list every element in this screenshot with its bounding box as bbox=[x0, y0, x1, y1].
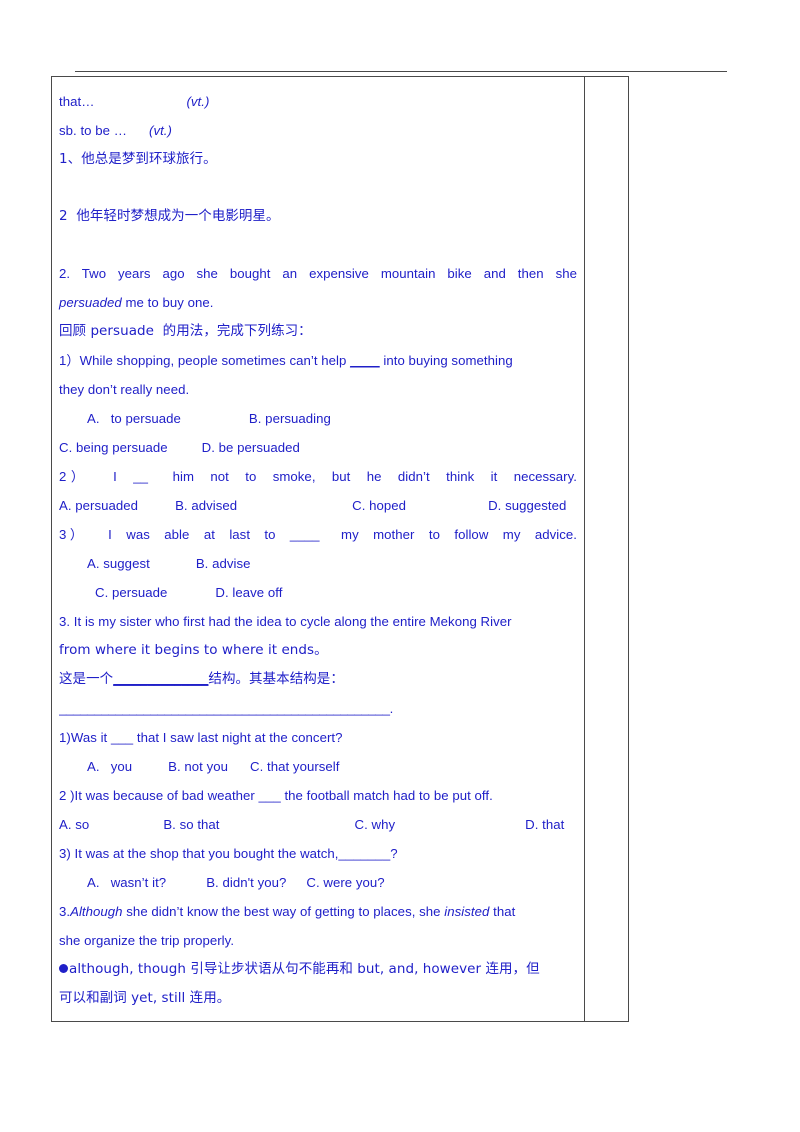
s3-option-c: C. were you? bbox=[306, 875, 385, 890]
worksheet-table: that… (vt.) sb. to be … (vt.) 1、他总是梦到环球旅行。… bbox=[51, 76, 629, 1022]
grammar-note-line1: although, though 引导让步状语从句不能再和 but, and, … bbox=[59, 955, 577, 984]
document-page: that… (vt.) sb. to be … (vt.) 1、他总是梦到环球旅行。… bbox=[0, 0, 800, 1132]
side-note-content bbox=[585, 77, 628, 1021]
q3-option-a: A. suggest bbox=[87, 556, 150, 571]
s2-options-row: A. so B. so that C. why D. that bbox=[59, 810, 577, 839]
q1-stem-line2: they don’t really need. bbox=[59, 382, 190, 397]
header-rule bbox=[75, 71, 727, 72]
s2-option-a: A. so bbox=[59, 817, 90, 832]
vocab-sbtobe-text: sb. to be … bbox=[59, 123, 127, 138]
s2-option-b: B. so that bbox=[163, 817, 220, 832]
s2-option-c: C. why bbox=[354, 817, 396, 832]
q3-options-row1: A. suggest B. advise bbox=[59, 549, 577, 578]
q1-blank: ____ bbox=[350, 353, 380, 368]
q4-number: 3. bbox=[59, 904, 71, 919]
q1-stem-b: into buying something bbox=[379, 353, 513, 368]
vocab-line-that: that… (vt.) bbox=[59, 87, 577, 116]
s2-option-d: D. that bbox=[525, 817, 565, 832]
q4-sentence-line1: 3.Although she didn’t know the best way … bbox=[59, 897, 577, 926]
q1-stem-line1: 1）While shopping, people sometimes can’t… bbox=[59, 346, 577, 375]
s3-option-a: A. wasn’t it? bbox=[87, 875, 167, 890]
q2-option-c: C. hoped bbox=[352, 498, 407, 513]
q1-options-row2: C. being persuade D. be persuaded bbox=[59, 433, 577, 462]
exercise-cn-2: 2 他年轻时梦想成为一个电影明星。 bbox=[59, 208, 280, 224]
vocab-line-sbtobe: sb. to be … (vt.) bbox=[59, 116, 577, 145]
q3-option-b: B. advise bbox=[195, 556, 251, 571]
q4-mid-text: she didn’t know the best way of getting … bbox=[122, 904, 445, 919]
q3-sentence-line2: from where it begins to where it ends。 bbox=[59, 642, 328, 658]
vocab-that-pos: (vt.) bbox=[186, 94, 210, 109]
q1-option-c: C. being persuade bbox=[59, 440, 168, 455]
q1-option-b: B. persuading bbox=[248, 411, 331, 426]
q3-option-d: D. leave off bbox=[215, 585, 283, 600]
structure-cn-b: 结构。其基本结构是： bbox=[208, 671, 344, 687]
exercise-cn-1: 1、他总是梦到环球旅行。 bbox=[59, 151, 217, 167]
bullet-dot-icon bbox=[59, 963, 68, 973]
q1-options-row1: A. to persuade B. persuading bbox=[59, 404, 577, 433]
s2-stem: 2 )It was because of bad weather ___ the… bbox=[59, 788, 493, 803]
q2-option-a: A. persuaded bbox=[59, 498, 139, 513]
q1-option-a: A. to persuade bbox=[87, 411, 181, 426]
q2-option-b: B. advised bbox=[175, 498, 238, 513]
q2-persuaded-italic: persuaded bbox=[59, 295, 122, 310]
q4-end-text: that bbox=[489, 904, 516, 919]
q3-options-row2: C. persuade D. leave off bbox=[59, 578, 577, 607]
q2-options-row: A. persuaded B. advised C. hoped D. suggest… bbox=[59, 491, 577, 520]
structure-answer-rule: ________________________________________… bbox=[59, 701, 393, 716]
q1-stem-a: 1）While shopping, people sometimes can’t… bbox=[59, 353, 351, 368]
review-instruction-cn: 回顾 persuade 的用法，完成下列练习： bbox=[59, 323, 312, 339]
q1-option-d: D. be persuaded bbox=[201, 440, 300, 455]
structure-cn-a: 这是一个 bbox=[59, 671, 114, 687]
grammar-note-line2: 可以和副词 yet, still 连用。 bbox=[59, 990, 231, 1006]
q2-sentence-line1: 2. Two years ago she bought an expensive… bbox=[59, 259, 577, 288]
s3-options-row: A. wasn’t it? B. didn't you? C. were you? bbox=[59, 868, 577, 897]
q2-stem: 2） I __ him not to smoke, but he didn’t … bbox=[59, 469, 577, 484]
vocab-sbtobe-pos: (vt.) bbox=[149, 123, 172, 138]
table-row: that… (vt.) sb. to be … (vt.) 1、他总是梦到环球旅行。… bbox=[51, 76, 629, 1022]
q2-option-d: D. suggested bbox=[488, 498, 567, 513]
s1-option-c: C. that yourself bbox=[250, 759, 340, 774]
s1-option-b: B. not you bbox=[168, 759, 229, 774]
s1-option-a: A. you bbox=[87, 759, 133, 774]
q3-sentence-line1: 3. It is my sister who first had the ide… bbox=[59, 614, 512, 629]
side-note-cell bbox=[584, 76, 629, 1022]
q3-option-c: C. persuade bbox=[95, 585, 168, 600]
main-content-cell: that… (vt.) sb. to be … (vt.) 1、他总是梦到环球旅行。… bbox=[51, 76, 585, 1022]
s3-option-b: B. didn't you? bbox=[206, 875, 287, 890]
structure-question: 这是一个______________结构。其基本结构是： bbox=[59, 665, 577, 694]
s3-stem: 3) It was at the shop that you bought th… bbox=[59, 846, 398, 861]
s1-options-row: A. you B. not you C. that yourself bbox=[59, 752, 577, 781]
vocab-that-text: that… bbox=[59, 94, 95, 109]
q4-sentence-line2: she organize the trip properly. bbox=[59, 933, 235, 948]
structure-blank: ______________ bbox=[113, 671, 209, 687]
q3-stem: 3） I was able at last to ____ my mother … bbox=[59, 527, 577, 542]
q4-insisted-italic: insisted bbox=[444, 904, 490, 919]
grammar-note-text-1: although, though 引导让步状语从句不能再和 but, and, … bbox=[69, 961, 540, 977]
q4-although-italic: Although bbox=[70, 904, 123, 919]
q2-sentence-line2: persuaded me to buy one. bbox=[59, 288, 577, 317]
s1-stem: 1)Was it ___ that I saw last night at th… bbox=[59, 730, 343, 745]
q2-sentence-tail: me to buy one. bbox=[121, 295, 214, 310]
q2-sentence-text: 2. Two years ago she bought an expensive… bbox=[59, 266, 577, 281]
